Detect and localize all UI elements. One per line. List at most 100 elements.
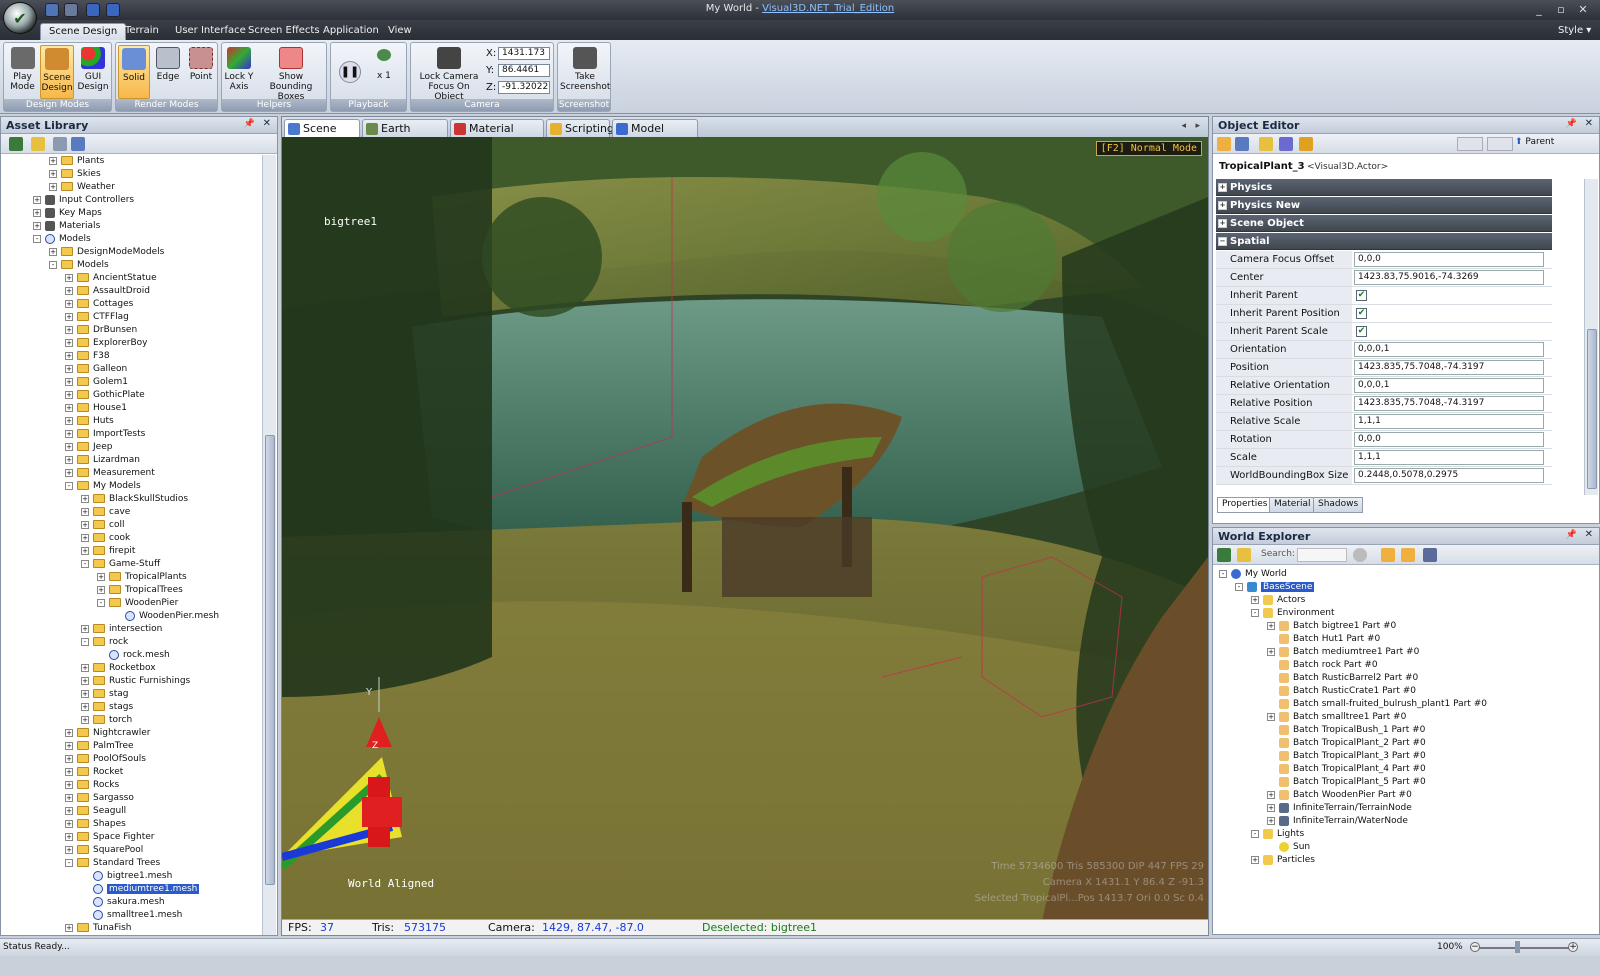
tree-item[interactable]: + Golem1 xyxy=(65,376,128,389)
pause-button[interactable]: ❚❚ xyxy=(339,61,361,83)
tree-item[interactable]: + Galleon xyxy=(65,363,127,376)
tree-item[interactable]: - Lights xyxy=(1251,828,1304,841)
tree-item[interactable]: + Shapes xyxy=(65,818,126,831)
tree-item[interactable]: + Particles xyxy=(1251,854,1315,867)
property-value[interactable]: 0,0,0,1 xyxy=(1354,378,1544,393)
expand-icon[interactable]: + xyxy=(65,273,73,282)
alphabetical-icon[interactable] xyxy=(1235,137,1249,151)
collapse-icon[interactable]: - xyxy=(81,559,89,568)
collapse-icon[interactable]: - xyxy=(1251,829,1259,838)
edition-link[interactable]: Visual3D.NET_Trial_Edition xyxy=(762,3,894,14)
expand-icon[interactable]: + xyxy=(33,195,41,204)
back-button[interactable] xyxy=(1457,137,1483,151)
tree-item[interactable]: + SquarePool xyxy=(65,844,143,857)
lock-camera-focus-button[interactable]: Lock Camera Focus On Object xyxy=(413,45,485,102)
tree-item[interactable]: - WoodenPier xyxy=(97,597,178,610)
tree-item[interactable]: + AncientStatue xyxy=(65,272,157,285)
tree-item[interactable]: + TropicalTrees xyxy=(97,584,183,597)
tree-item[interactable]: + Cottages xyxy=(65,298,133,311)
expand-icon[interactable]: + xyxy=(65,455,73,464)
expand-icon[interactable]: + xyxy=(81,702,89,711)
tree-item[interactable]: smalltree1.mesh xyxy=(81,909,182,922)
expand-icon[interactable]: + xyxy=(81,663,89,672)
tree-item[interactable]: Batch RusticCrate1 Part #0 xyxy=(1267,685,1416,698)
tree-item[interactable]: bigtree1.mesh xyxy=(81,870,172,883)
tree-item[interactable]: + Actors xyxy=(1251,594,1305,607)
expand-icon[interactable]: + xyxy=(65,299,73,308)
expand-icon[interactable]: + xyxy=(81,715,89,724)
tree-item[interactable]: + Sargasso xyxy=(65,792,134,805)
tree-item[interactable]: + Plants xyxy=(49,155,104,168)
camera-x-field[interactable]: 1431.173 xyxy=(498,47,550,60)
tree-item[interactable]: mediumtree1.mesh xyxy=(81,883,200,896)
property-category[interactable]: + Scene Object xyxy=(1216,215,1552,232)
collapse-icon[interactable]: - xyxy=(1235,582,1243,591)
tree-item[interactable]: Batch Hut1 Part #0 xyxy=(1267,633,1380,646)
expand-icon[interactable]: + xyxy=(65,767,73,776)
tab-view[interactable]: View xyxy=(380,23,420,40)
search-input[interactable] xyxy=(1297,548,1347,562)
gui-design-button[interactable]: GUI Design xyxy=(76,45,110,99)
pin-icon[interactable]: 📌 xyxy=(1566,119,1577,129)
tree-item[interactable]: Batch TropicalPlant_2 Part #0 xyxy=(1267,737,1426,750)
tab-left-icon[interactable]: ◂ xyxy=(1181,121,1186,131)
expand-icon[interactable]: + xyxy=(33,208,41,217)
expand-icon[interactable]: + xyxy=(65,728,73,737)
tree-item[interactable]: - BaseScene xyxy=(1235,581,1315,594)
tree-item[interactable]: + Batch mediumtree1 Part #0 xyxy=(1267,646,1419,659)
tree-item[interactable]: + Seagull xyxy=(65,805,126,818)
expand-icon[interactable]: + xyxy=(81,689,89,698)
parent-button[interactable]: ⬆ Parent xyxy=(1515,137,1554,147)
zoom-in-icon[interactable]: + xyxy=(1568,942,1578,952)
lightning-icon[interactable] xyxy=(1299,137,1313,151)
tab-shadows[interactable]: Shadows xyxy=(1313,497,1364,513)
tree-item[interactable]: Batch rock Part #0 xyxy=(1267,659,1378,672)
zoom-out-icon[interactable]: − xyxy=(1470,942,1480,952)
tree-item[interactable]: - Standard Trees xyxy=(65,857,160,870)
collapse-icon[interactable]: - xyxy=(65,481,73,490)
tree-item[interactable]: - Models xyxy=(49,259,109,272)
pin-icon[interactable]: 📌 xyxy=(1566,530,1577,540)
expand-icon[interactable]: + xyxy=(81,624,89,633)
tree-item[interactable]: + torch xyxy=(81,714,132,727)
categorized-icon[interactable] xyxy=(1217,137,1231,151)
property-value[interactable]: 0,0,0 xyxy=(1354,432,1544,447)
collapse-icon[interactable]: - xyxy=(97,598,105,607)
solid-button[interactable]: Solid xyxy=(118,45,150,99)
tree-item[interactable]: + Batch bigtree1 Part #0 xyxy=(1267,620,1396,633)
expand-icon[interactable]: + xyxy=(1267,790,1275,799)
property-value[interactable]: 1,1,1 xyxy=(1354,450,1544,465)
tree-item[interactable]: - Models xyxy=(33,233,91,246)
tree-item[interactable]: + PoolOfSouls xyxy=(65,753,146,766)
expand-icon[interactable]: + xyxy=(1251,855,1259,864)
zoom-slider[interactable] xyxy=(1470,947,1570,949)
expand-icon[interactable]: + xyxy=(33,221,41,230)
play-mode-button[interactable]: Play Mode xyxy=(6,45,39,99)
expand-icon[interactable]: + xyxy=(81,676,89,685)
folder-icon[interactable] xyxy=(1401,548,1415,562)
tree-item[interactable]: + GothicPlate xyxy=(65,389,145,402)
take-screenshot-button[interactable]: Take Screenshot xyxy=(560,45,610,99)
collapse-icon[interactable]: - xyxy=(81,637,89,646)
filter-icon[interactable] xyxy=(1381,548,1395,562)
tree-item[interactable]: + Measurement xyxy=(65,467,155,480)
expand-icon[interactable]: + xyxy=(65,403,73,412)
pin-icon[interactable]: 📌 xyxy=(244,119,255,129)
expand-icon[interactable]: + xyxy=(65,364,73,373)
tree-item[interactable]: + Huts xyxy=(65,415,114,428)
properties-icon[interactable] xyxy=(1259,137,1273,151)
tree-item[interactable]: sakura.mesh xyxy=(81,896,165,909)
tab-terrain[interactable]: Terrain xyxy=(117,23,167,40)
tree-item[interactable]: + Jeep xyxy=(65,441,112,454)
edge-button[interactable]: Edge xyxy=(152,45,184,99)
expand-icon[interactable]: + xyxy=(81,533,89,542)
collapse-icon[interactable]: - xyxy=(33,234,41,243)
property-value[interactable]: 0.2448,0.5078,0.2975 xyxy=(1354,468,1544,483)
property-category[interactable]: + Physics xyxy=(1216,179,1552,196)
collapse-icon[interactable]: - xyxy=(1219,569,1227,578)
property-value[interactable]: 0,0,0,1 xyxy=(1354,342,1544,357)
tree-item[interactable]: + cave xyxy=(81,506,130,519)
asset-scrollbar[interactable] xyxy=(262,155,276,935)
tree-item[interactable]: + CTFFlag xyxy=(65,311,129,324)
view-icon[interactable] xyxy=(1423,548,1437,562)
